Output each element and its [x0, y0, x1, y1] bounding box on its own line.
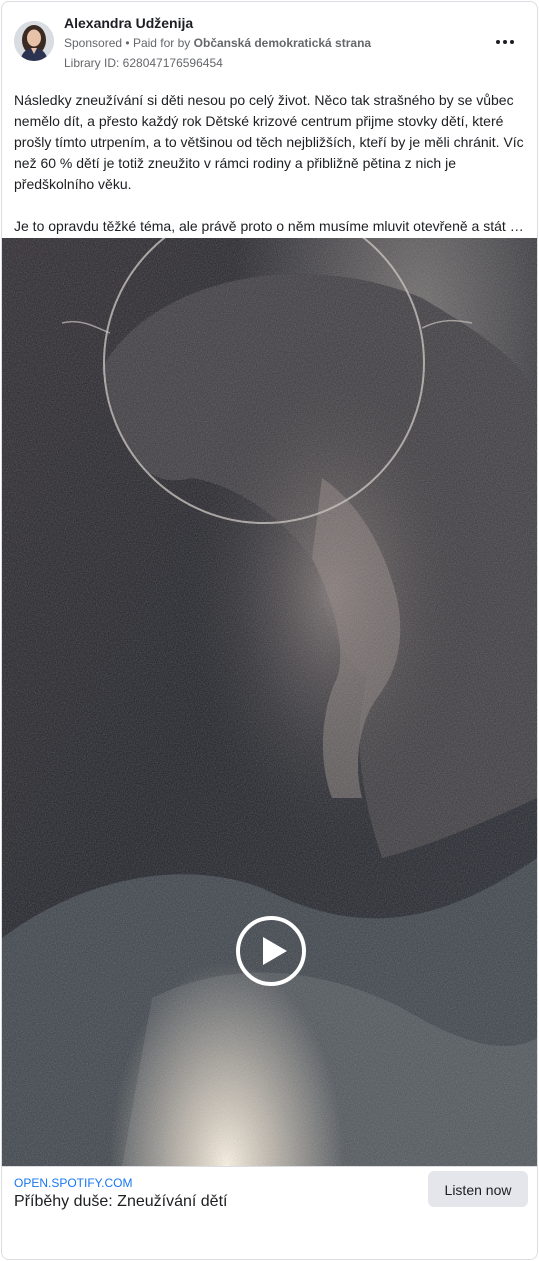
advertiser-name[interactable]: Alexandra Udženija	[64, 15, 193, 31]
play-circle-icon[interactable]	[236, 916, 306, 986]
link-title[interactable]: Příběhy duše: Zneužívání dětí	[14, 1193, 227, 1211]
ellipsis-horizontal-icon[interactable]	[494, 30, 522, 54]
video-thumbnail	[2, 238, 537, 1166]
link-domain[interactable]: OPEN.SPOTIFY.COM	[14, 1176, 132, 1190]
sponsorship-line: Sponsored • Paid for by Občanská demokra…	[64, 36, 371, 50]
paid-for-prefix: Paid for by	[132, 36, 191, 50]
meta-separator: •	[125, 36, 130, 50]
advertiser-avatar[interactable]	[14, 21, 54, 61]
ad-body-text: Následky zneužívání si děti nesou po cel…	[14, 90, 528, 237]
avatar-image	[14, 21, 54, 61]
ad-card: Alexandra Udženija Sponsored • Paid for …	[1, 1, 538, 1260]
ad-header: Alexandra Udženija Sponsored • Paid for …	[2, 2, 537, 82]
listen-now-button[interactable]: Listen now	[428, 1171, 528, 1207]
library-id: Library ID: 628047176596454	[64, 56, 223, 70]
sponsored-label: Sponsored	[64, 36, 123, 50]
paid-for-by-name[interactable]: Občanská demokratická strana	[194, 36, 371, 50]
video-player[interactable]	[2, 238, 537, 1166]
body-paragraph-1: Následky zneužívání si děti nesou po cel…	[14, 92, 524, 192]
link-preview[interactable]: OPEN.SPOTIFY.COM Příběhy duše: Zneužíván…	[2, 1166, 537, 1259]
body-paragraph-2[interactable]: Je to opravdu těžké téma, ale právě prot…	[14, 216, 528, 237]
